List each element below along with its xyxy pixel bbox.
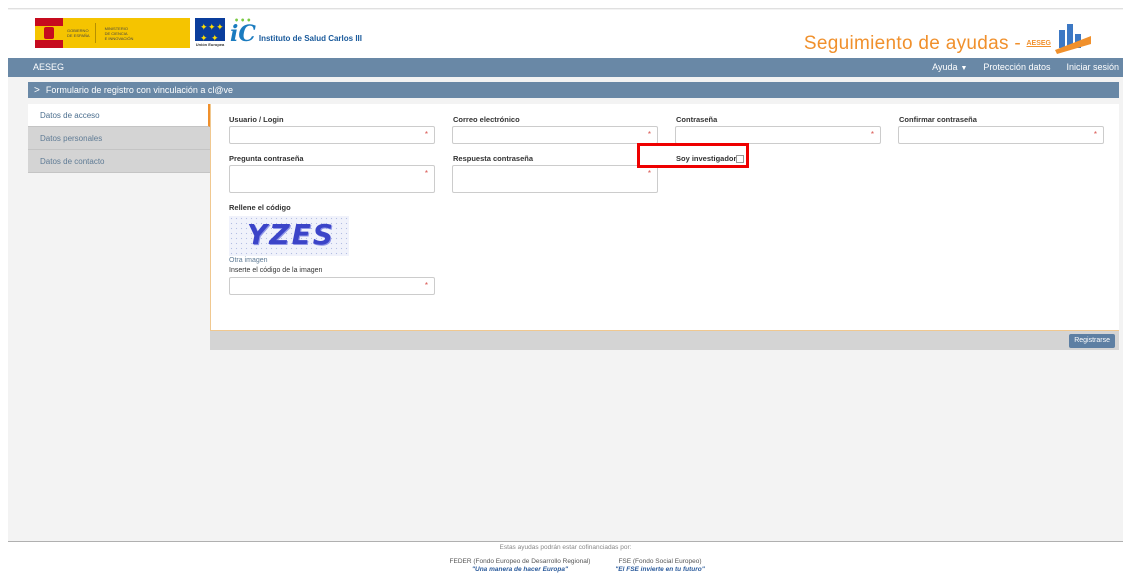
captcha-title: Rellene el código	[229, 203, 291, 212]
sidebar-item-datos-acceso[interactable]: Datos de acceso	[28, 104, 210, 127]
chevron-right-icon: >	[34, 84, 40, 96]
fse-motto: "El FSE invierte en tu futuro"	[615, 566, 705, 573]
eu-logo-label: Unión Europea	[195, 41, 225, 48]
isc-mark-icon: ••• iC	[230, 15, 256, 47]
top-navbar: AESEG Ayuda ▼ Protección datos Iniciar se…	[8, 58, 1123, 77]
feder-info: FEDER (Fondo Europeo de Desarrollo Regio…	[440, 558, 600, 574]
fse-info: FSE (Fondo Social Europeo) "El FSE invie…	[600, 558, 720, 574]
correo-label: Correo electrónico	[453, 115, 520, 124]
institute-logo: ••• iC Instituto de Salud Carlos III	[230, 15, 362, 48]
highlight-box	[637, 143, 749, 168]
nav-brand[interactable]: AESEG	[33, 62, 64, 72]
site-header: GOBIERNO DE ESPAÑA MINISTERIO DE CIENCIA…	[8, 10, 1123, 58]
brand-short: AESEG	[1026, 40, 1051, 47]
contrasena-label: Contraseña	[676, 115, 718, 124]
institute-name: Instituto de Salud Carlos III	[258, 33, 362, 43]
required-mark: *	[647, 130, 651, 139]
usuario-label: Usuario / Login	[229, 115, 284, 124]
footer-divider	[8, 541, 1123, 542]
feder-motto: "Una manera de hacer Europa"	[471, 566, 569, 573]
correo-input[interactable]: *	[452, 126, 658, 144]
pregunta-label: Pregunta contraseña	[229, 154, 304, 163]
sidebar-item-datos-personales[interactable]: Datos personales	[28, 127, 210, 150]
eu-logo: ✦ ✦ ✦ ✦ ✦ Unión Europea	[195, 18, 225, 48]
coat-of-arms-icon	[44, 27, 54, 39]
footer-note: Estas ayudas podrán estar cofinanciadas …	[499, 544, 632, 551]
captcha-image: YZES	[229, 216, 349, 256]
login-link[interactable]: Iniciar sesión	[1066, 62, 1119, 72]
confirmar-label: Confirmar contraseña	[899, 115, 977, 124]
captcha-code: YZES	[247, 218, 335, 251]
required-mark: *	[424, 130, 428, 139]
form-panel-header[interactable]: > Formulario de registro con vinculación…	[28, 82, 1119, 98]
required-mark: *	[647, 169, 651, 178]
contrasena-input[interactable]: *	[675, 126, 881, 144]
captcha-input[interactable]: *	[229, 277, 435, 295]
caret-down-icon: ▼	[960, 65, 968, 72]
privacy-link[interactable]: Protección datos	[983, 62, 1050, 72]
required-mark: *	[870, 130, 874, 139]
form-sidebar: Datos de acceso Datos personales Datos d…	[28, 104, 210, 173]
register-button[interactable]: Registrarse	[1069, 334, 1115, 348]
brand-title: Seguimiento de ayudas -	[803, 33, 1021, 54]
required-mark: *	[424, 169, 428, 178]
respuesta-input[interactable]: *	[452, 165, 658, 193]
required-mark: *	[1093, 130, 1097, 139]
other-image-link[interactable]: Otra imagen	[229, 257, 268, 264]
pregunta-input[interactable]: *	[229, 165, 435, 193]
help-menu[interactable]: Ayuda ▼	[932, 62, 967, 72]
captcha-prompt: Inserte el código de la imagen	[229, 267, 323, 274]
form-panel-title: Formulario de registro con vinculación a…	[45, 85, 234, 95]
aeseg-logo-icon	[1055, 24, 1091, 54]
sidebar-item-datos-contacto[interactable]: Datos de contacto	[28, 150, 210, 173]
required-mark: *	[424, 281, 428, 290]
confirmar-contrasena-input[interactable]: *	[898, 126, 1104, 144]
usuario-input[interactable]: *	[229, 126, 435, 144]
government-logo: GOBIERNO DE ESPAÑA MINISTERIO DE CIENCIA…	[35, 18, 190, 48]
form-action-bar: Registrarse	[210, 331, 1119, 350]
respuesta-label: Respuesta contraseña	[453, 154, 534, 163]
